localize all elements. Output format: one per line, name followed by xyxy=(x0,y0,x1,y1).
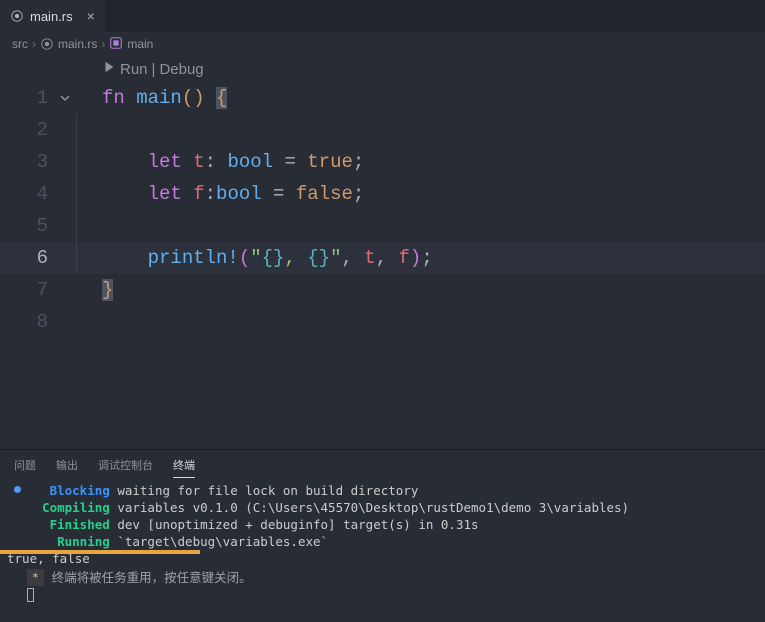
tab-problems[interactable]: 问题 xyxy=(14,453,36,477)
rust-icon xyxy=(10,9,24,23)
code-editor[interactable]: 1 fn main() { 2 3 let t: bool = true; 4 … xyxy=(0,82,765,338)
code-line[interactable]: let f:bool = false; xyxy=(102,178,364,210)
rust-icon xyxy=(40,37,54,51)
close-icon[interactable]: × xyxy=(87,8,95,24)
breadcrumb-src[interactable]: src xyxy=(12,37,28,51)
codelens-sep: | xyxy=(152,61,156,78)
codelens-debug[interactable]: Debug xyxy=(159,61,203,78)
terminal[interactable]: Blocking waiting for file lock on build … xyxy=(0,480,765,606)
breadcrumb-symbol[interactable]: main xyxy=(127,37,153,51)
symbol-function-icon xyxy=(109,36,123,53)
reuse-message: 终端将被任务重用，按任意键关闭。 xyxy=(52,569,252,586)
tab-debug-console[interactable]: 调试控制台 xyxy=(98,453,153,477)
line-number: 8 xyxy=(0,306,54,338)
tab-output[interactable]: 输出 xyxy=(56,453,78,477)
line-number: 7 xyxy=(0,274,54,306)
codelens-run[interactable]: Run xyxy=(120,61,148,78)
reuse-badge: * xyxy=(27,569,44,586)
tab-label: main.rs xyxy=(30,9,73,24)
terminal-cursor xyxy=(27,588,34,602)
line-number: 2 xyxy=(0,114,54,146)
chevron-right-icon: › xyxy=(32,37,36,51)
line-number: 3 xyxy=(0,146,54,178)
task-indicator-icon xyxy=(14,486,21,493)
line-number: 1 xyxy=(0,82,54,114)
highlight-bar xyxy=(0,550,200,554)
breadcrumb-file[interactable]: main.rs xyxy=(58,37,97,51)
fold-icon[interactable] xyxy=(54,82,76,114)
code-line[interactable]: let t: bool = true; xyxy=(102,146,364,178)
code-line[interactable]: } xyxy=(102,274,113,306)
line-number: 6 xyxy=(0,242,54,274)
tab-main-rs[interactable]: main.rs × xyxy=(0,0,105,32)
code-line[interactable]: println!("{}, {}", t, f); xyxy=(102,242,433,274)
tab-bar: main.rs × xyxy=(0,0,765,32)
panel-tabs: 问题 输出 调试控制台 终端 xyxy=(0,450,765,480)
bottom-panel: 问题 输出 调试控制台 终端 Blocking waiting for file… xyxy=(0,449,765,622)
line-number: 5 xyxy=(0,210,54,242)
tab-terminal[interactable]: 终端 xyxy=(173,453,195,478)
play-icon[interactable] xyxy=(102,60,116,78)
chevron-right-icon: › xyxy=(101,37,105,51)
line-number: 4 xyxy=(0,178,54,210)
breadcrumbs[interactable]: src › main.rs › main xyxy=(0,32,765,56)
code-line[interactable]: fn main() { xyxy=(102,82,227,114)
codelens: Run | Debug xyxy=(0,56,765,82)
